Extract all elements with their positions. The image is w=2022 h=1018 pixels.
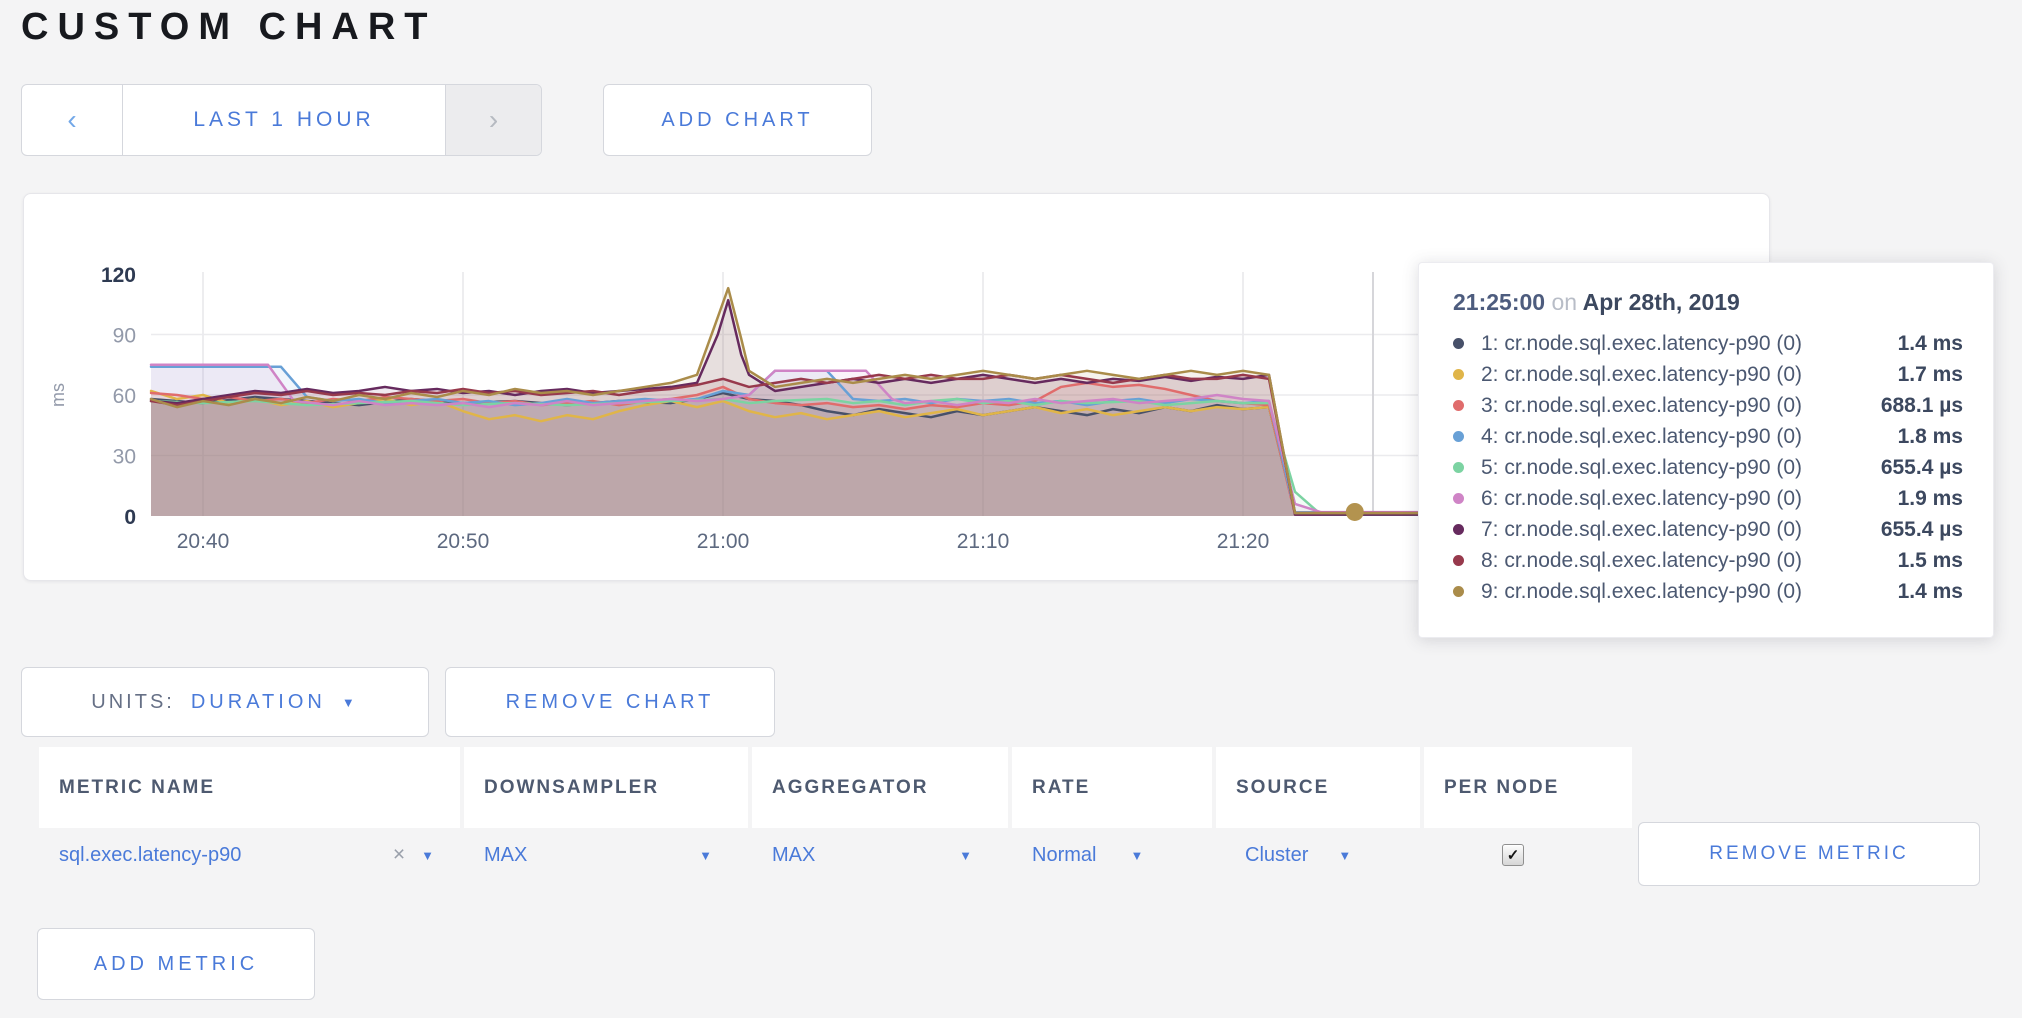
x-tick-label: 21:20 [1217,530,1270,553]
custom-chart-page: CUSTOM CHART ‹ LAST 1 HOUR › ADD CHART 2… [0,0,2022,1018]
caret-down-icon: ▼ [1338,848,1351,863]
series-color-dot [1453,462,1464,473]
series-label: 8: cr.node.sql.exec.latency-p90 (0) [1481,549,1802,573]
series-color-dot [1453,431,1464,442]
tooltip-series-row: 5: cr.node.sql.exec.latency-p90 (0) 655.4… [1453,452,1963,483]
y-tick-label: 0 [124,506,136,529]
add-chart-button[interactable]: ADD CHART [603,84,872,156]
caret-down-icon: ▼ [959,848,972,863]
tooltip-series-row: 1: cr.node.sql.exec.latency-p90 (0) 1.4 m… [1453,328,1963,359]
time-range-next-button[interactable]: › [445,85,541,155]
metric-name-value: sql.exec.latency-p90 [59,844,241,867]
units-value: DURATION [191,691,326,714]
y-tick-label: 120 [101,264,136,287]
remove-chart-button[interactable]: REMOVE CHART [445,667,775,737]
chevron-right-icon: › [489,104,498,136]
series-color-dot [1453,400,1464,411]
tooltip-time: 21:25:00 [1453,289,1545,315]
column-header-metric-name: METRIC NAME [39,747,460,828]
series-value: 655.4 µs [1881,518,1963,542]
series-color-dot [1453,524,1464,535]
x-tick-label: 20:50 [437,530,490,553]
x-tick-label: 21:10 [957,530,1010,553]
tooltip-series-list: 1: cr.node.sql.exec.latency-p90 (0) 1.4 m… [1453,328,1963,607]
column-header-downsampler: DOWNSAMPLER [464,747,748,828]
downsampler-dropdown[interactable]: MAX ▼ [464,820,748,890]
downsampler-value: MAX [484,844,527,867]
time-range-prev-button[interactable]: ‹ [22,85,123,155]
series-value: 1.7 ms [1898,363,1963,387]
metric-row: sql.exec.latency-p90 × ▼ MAX ▼ MAX ▼ Nor… [39,820,1632,890]
series-color-dot [1453,338,1464,349]
caret-down-icon: ▼ [421,848,434,863]
caret-down-icon: ▼ [1130,848,1143,863]
chevron-left-icon: ‹ [67,104,76,136]
per-node-checkbox[interactable]: ✓ [1502,844,1524,866]
series-color-dot [1453,586,1464,597]
tooltip-series-row: 8: cr.node.sql.exec.latency-p90 (0) 1.5 m… [1453,545,1963,576]
tooltip-series-row: 4: cr.node.sql.exec.latency-p90 (0) 1.8 m… [1453,421,1963,452]
rate-value: Normal [1032,844,1096,867]
series-color-dot [1453,555,1464,566]
tooltip-series-row: 3: cr.node.sql.exec.latency-p90 (0) 688.1… [1453,390,1963,421]
series-value: 1.4 ms [1898,580,1963,604]
metrics-table-header: METRIC NAMEDOWNSAMPLERAGGREGATORRATESOUR… [39,747,1632,828]
source-value: Cluster [1245,844,1308,867]
page-title: CUSTOM CHART [21,6,437,49]
tooltip-series-row: 7: cr.node.sql.exec.latency-p90 (0) 655.4… [1453,514,1963,545]
x-tick-label: 20:40 [177,530,230,553]
clear-metric-icon[interactable]: × [393,843,405,867]
x-tick-label: 21:00 [697,530,750,553]
units-dropdown-button[interactable]: UNITS: DURATION ▼ [21,667,429,737]
units-prefix-label: UNITS: [91,691,175,714]
series-color-dot [1453,369,1464,380]
aggregator-value: MAX [772,844,815,867]
tooltip-series-row: 6: cr.node.sql.exec.latency-p90 (0) 1.9 m… [1453,483,1963,514]
y-tick-label: 90 [113,325,136,348]
caret-down-icon: ▼ [342,695,359,710]
y-tick-label: 30 [113,446,136,469]
series-value: 655.4 µs [1881,456,1963,480]
tooltip-date: Apr 28th, 2019 [1583,289,1740,315]
add-metric-button[interactable]: ADD METRIC [37,928,315,1000]
series-label: 7: cr.node.sql.exec.latency-p90 (0) [1481,518,1802,542]
time-range-label[interactable]: LAST 1 HOUR [123,85,445,155]
remove-metric-button[interactable]: REMOVE METRIC [1638,822,1980,886]
series-label: 6: cr.node.sql.exec.latency-p90 (0) [1481,487,1802,511]
series-label: 1: cr.node.sql.exec.latency-p90 (0) [1481,332,1802,356]
column-header-aggregator: AGGREGATOR [752,747,1008,828]
series-value: 1.9 ms [1898,487,1963,511]
y-tick-label: 60 [113,385,136,408]
series-label: 4: cr.node.sql.exec.latency-p90 (0) [1481,425,1802,449]
series-value: 688.1 µs [1881,394,1963,418]
series-label: 3: cr.node.sql.exec.latency-p90 (0) [1481,394,1802,418]
rate-dropdown[interactable]: Normal ▼ [1012,820,1212,890]
column-header-source: SOURCE [1216,747,1420,828]
series-value: 1.8 ms [1898,425,1963,449]
caret-down-icon: ▼ [699,848,712,863]
aggregator-dropdown[interactable]: MAX ▼ [752,820,1008,890]
series-value: 1.5 ms [1898,549,1963,573]
column-header-rate: RATE [1012,747,1212,828]
series-label: 5: cr.node.sql.exec.latency-p90 (0) [1481,456,1802,480]
time-range-selector: ‹ LAST 1 HOUR › [21,84,542,156]
tooltip-series-row: 9: cr.node.sql.exec.latency-p90 (0) 1.4 m… [1453,576,1963,607]
series-value: 1.4 ms [1898,332,1963,356]
series-marker-dot [1346,503,1364,521]
tooltip-on: on [1551,289,1577,315]
column-header-per-node: PER NODE [1424,747,1632,828]
series-label: 2: cr.node.sql.exec.latency-p90 (0) [1481,363,1802,387]
source-dropdown[interactable]: Cluster ▼ [1216,820,1420,890]
series-color-dot [1453,493,1464,504]
y-axis-unit-label: ms [48,383,68,407]
tooltip-title: 21:25:00 on Apr 28th, 2019 [1453,289,1963,316]
chart-hover-tooltip: 21:25:00 on Apr 28th, 2019 1: cr.node.sq… [1418,262,1994,638]
tooltip-series-row: 2: cr.node.sql.exec.latency-p90 (0) 1.7 m… [1453,359,1963,390]
series-label: 9: cr.node.sql.exec.latency-p90 (0) [1481,580,1802,604]
per-node-cell: ✓ [1424,820,1632,890]
check-icon: ✓ [1507,846,1520,864]
metric-name-dropdown[interactable]: sql.exec.latency-p90 × ▼ [39,820,460,890]
